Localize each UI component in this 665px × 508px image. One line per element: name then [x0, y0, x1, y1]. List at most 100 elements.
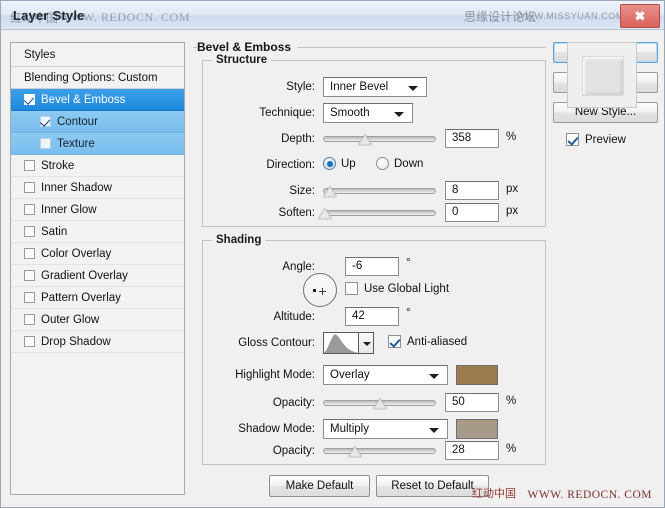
checkbox-use-global-light[interactable]: [345, 282, 358, 295]
angle-dial[interactable]: [303, 273, 337, 307]
sidebar-item-label: Stroke: [41, 160, 75, 172]
depth-input[interactable]: 358: [445, 129, 499, 148]
sidebar-item-bevel-emboss[interactable]: Bevel & Emboss: [11, 89, 184, 111]
sidebar-item-label: Drop Shadow: [41, 336, 111, 348]
watermark-bottom-cn: 红动中国: [472, 488, 516, 500]
anti-aliased-label: Anti-aliased: [407, 336, 468, 348]
checkbox-contour[interactable]: [40, 116, 51, 127]
styles-list-pane: Styles Blending Options: Custom Bevel & …: [10, 42, 185, 495]
styles-header: Styles: [11, 43, 184, 67]
sidebar-item-color-overlay[interactable]: Color Overlay: [11, 243, 184, 265]
highlight-opacity-input[interactable]: 50: [445, 393, 499, 412]
style-label: Style:: [286, 81, 315, 93]
sidebar-item-label: Texture: [57, 138, 95, 150]
size-slider-knob[interactable]: [322, 186, 337, 197]
sidebar-item-contour[interactable]: Contour: [11, 111, 184, 133]
technique-value: Smooth: [330, 107, 370, 119]
checkbox-drop-shadow[interactable]: [24, 336, 35, 347]
highlight-mode-dropdown[interactable]: Overlay: [323, 365, 448, 385]
use-global-light-label: Use Global Light: [364, 283, 450, 295]
preview-shape: [582, 56, 624, 96]
sidebar-item-label: Bevel & Emboss: [41, 94, 126, 106]
shadow-opacity-input[interactable]: 28: [445, 441, 499, 460]
depth-slider-track: [323, 136, 436, 142]
gloss-contour-dropdown[interactable]: [359, 332, 374, 354]
checkbox-texture[interactable]: [40, 138, 51, 149]
sidebar-item-label: Outer Glow: [41, 314, 100, 326]
sidebar-item-inner-shadow[interactable]: Inner Shadow: [11, 177, 184, 199]
depth-unit: %: [506, 131, 517, 143]
structure-title: Structure: [212, 54, 272, 66]
depth-slider[interactable]: [323, 132, 436, 146]
soften-slider[interactable]: [318, 206, 436, 220]
sidebar-item-outer-glow[interactable]: Outer Glow: [11, 309, 184, 331]
chevron-down-icon: [408, 86, 418, 91]
highlight-mode-value: Overlay: [330, 369, 370, 381]
radio-direction-down[interactable]: [376, 157, 389, 170]
sidebar-item-stroke[interactable]: Stroke: [11, 155, 184, 177]
chevron-down-icon: [429, 374, 439, 379]
shadow-opacity-slider[interactable]: [323, 444, 436, 458]
soften-unit: px: [506, 205, 519, 217]
highlight-color-swatch[interactable]: [456, 365, 498, 385]
sidebar-item-satin[interactable]: Satin: [11, 221, 184, 243]
dialog-actions: OK Cancel New Style... Preview: [553, 42, 658, 150]
style-dropdown[interactable]: Inner Bevel: [323, 77, 427, 97]
sidebar-item-gradient-overlay[interactable]: Gradient Overlay: [11, 265, 184, 287]
shadow-color-swatch[interactable]: [456, 419, 498, 439]
soften-slider-knob[interactable]: [318, 208, 333, 219]
sidebar-item-drop-shadow[interactable]: Drop Shadow: [11, 331, 184, 353]
altitude-label: Altitude:: [273, 311, 315, 323]
shadow-mode-label: Shadow Mode:: [238, 423, 315, 435]
highlight-opacity-knob[interactable]: [372, 398, 387, 409]
soften-input[interactable]: 0: [445, 203, 499, 222]
soften-slider-track: [323, 210, 436, 216]
highlight-opacity-label: Opacity:: [272, 397, 315, 409]
checkbox-anti-aliased[interactable]: [388, 335, 401, 348]
sidebar-item-label: Inner Shadow: [41, 182, 112, 194]
checkbox-stroke[interactable]: [24, 160, 35, 171]
make-default-button[interactable]: Make Default: [269, 475, 370, 497]
checkbox-inner-shadow[interactable]: [24, 182, 35, 193]
size-unit: px: [506, 183, 519, 195]
technique-dropdown[interactable]: Smooth: [323, 103, 413, 123]
depth-slider-knob[interactable]: [357, 134, 372, 145]
sidebar-item-inner-glow[interactable]: Inner Glow: [11, 199, 184, 221]
gloss-contour-preview[interactable]: [323, 332, 359, 354]
altitude-input[interactable]: 42: [345, 307, 399, 326]
size-input[interactable]: 8: [445, 181, 499, 200]
direction-label: Direction:: [266, 159, 315, 171]
checkbox-pattern-overlay[interactable]: [24, 292, 35, 303]
highlight-opacity-unit: %: [506, 395, 517, 407]
gloss-contour-curve-icon: [324, 334, 358, 353]
checkbox-preview[interactable]: [566, 133, 579, 146]
gloss-contour-label: Gloss Contour:: [238, 337, 315, 349]
watermark-bottom-en: WWW. REDOCN. COM: [527, 489, 652, 501]
sidebar-item-label: Gradient Overlay: [41, 270, 128, 282]
sidebar-item-texture[interactable]: Texture: [11, 133, 184, 155]
sidebar-item-blending-options[interactable]: Blending Options: Custom: [11, 67, 184, 89]
panel-title: Bevel & Emboss: [197, 40, 298, 54]
angle-input[interactable]: -6: [345, 257, 399, 276]
radio-direction-up[interactable]: [323, 157, 336, 170]
checkbox-outer-glow[interactable]: [24, 314, 35, 325]
checkbox-satin[interactable]: [24, 226, 35, 237]
shadow-mode-dropdown[interactable]: Multiply: [323, 419, 448, 439]
shading-title: Shading: [212, 234, 266, 246]
panel-title-rule-right: [291, 47, 546, 48]
shadow-opacity-knob[interactable]: [347, 446, 362, 457]
depth-label: Depth:: [281, 133, 315, 145]
sidebar-item-label: Pattern Overlay: [41, 292, 121, 304]
highlight-opacity-slider[interactable]: [323, 396, 436, 410]
sidebar-item-label: Inner Glow: [41, 204, 97, 216]
checkbox-inner-glow[interactable]: [24, 204, 35, 215]
checkbox-gradient-overlay[interactable]: [24, 270, 35, 281]
sidebar-item-pattern-overlay[interactable]: Pattern Overlay: [11, 287, 184, 309]
checkbox-color-overlay[interactable]: [24, 248, 35, 259]
size-slider[interactable]: [322, 184, 436, 198]
shadow-mode-value: Multiply: [330, 423, 369, 435]
technique-label: Technique:: [259, 107, 315, 119]
title-bar: 红动中国 WWW. REDOCN. COM Layer Style 思缘设计论坛…: [1, 1, 664, 30]
checkbox-bevel-emboss[interactable]: [24, 94, 35, 105]
preview-row[interactable]: Preview: [553, 132, 658, 150]
